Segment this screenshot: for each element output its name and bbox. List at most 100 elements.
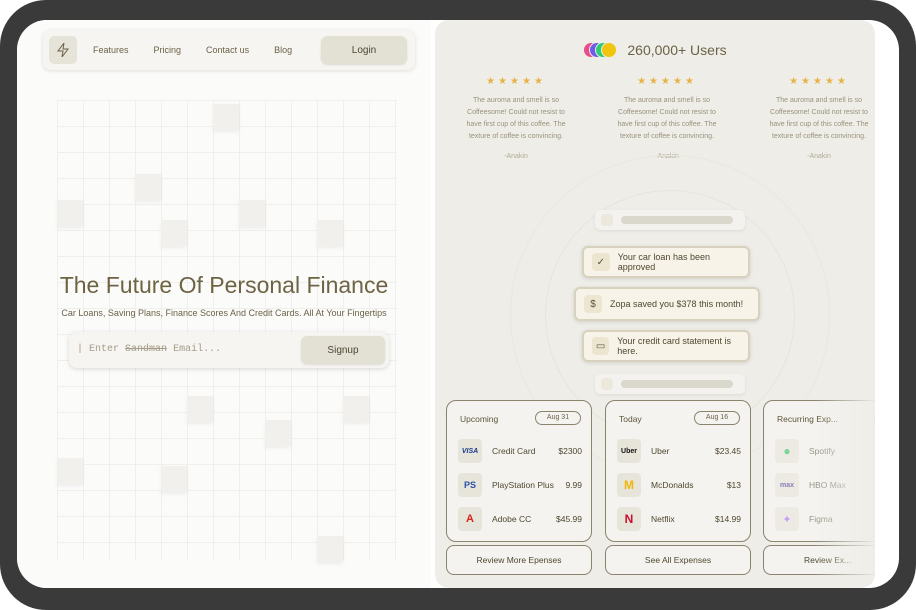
notification-placeholder <box>595 210 745 230</box>
date-badge <box>874 411 875 425</box>
expense-name: PlayStation Plus <box>492 480 554 490</box>
nav-link-pricing[interactable]: Pricing <box>154 45 182 55</box>
card-title: Upcoming <box>460 414 499 424</box>
expense-name: HBO Max <box>809 480 846 490</box>
netflix-icon: N <box>617 507 641 531</box>
mcdonalds-icon: M <box>617 473 641 497</box>
grid-tile <box>343 396 369 422</box>
uber-icon: Uber <box>617 439 641 463</box>
expense-row[interactable]: Uber Uber $23.45 <box>617 439 741 463</box>
review-recurring-button[interactable]: Review Ex... <box>763 545 875 575</box>
card-icon: ▭ <box>592 337 610 355</box>
expense-row[interactable]: ● Spotify <box>775 439 875 463</box>
expense-row[interactable]: PS PlayStation Plus 9.99 <box>458 473 582 497</box>
email-placeholder-suffix: Email... <box>173 344 222 355</box>
users-count: 260,000+ Users <box>627 42 727 58</box>
spotify-icon: ● <box>775 439 799 463</box>
expense-amount: $45.99 <box>556 514 582 524</box>
expense-name: Credit Card <box>492 446 536 456</box>
expense-row[interactable]: VISA Credit Card $2300 <box>458 439 582 463</box>
notification-text: Zopa saved you $378 this month! <box>610 299 744 309</box>
grid-tile <box>161 220 187 246</box>
avatar-stack <box>583 42 618 58</box>
expense-name: Netflix <box>651 514 675 524</box>
expense-amount: 9.99 <box>565 480 582 490</box>
review-text: The auroma and smell is so Coffeesome! C… <box>617 97 717 140</box>
expense-row[interactable]: N Netflix $14.99 <box>617 507 741 531</box>
grid-tile <box>161 466 187 492</box>
expense-name: Adobe CC <box>492 514 532 524</box>
hbo-max-icon: max <box>775 473 799 497</box>
nav-link-blog[interactable]: Blog <box>274 45 292 55</box>
notification-text: Your car loan has been approved <box>617 252 710 272</box>
expense-row[interactable]: ✦ Figma <box>775 507 875 531</box>
notification-savings[interactable]: $ Zopa saved you $378 this month! <box>574 287 760 321</box>
top-nav: Features Pricing Contact us Blog Login <box>43 30 415 70</box>
review-card: ★★★★★ The auroma and smell is so Coffees… <box>461 76 571 160</box>
star-rating: ★★★★★ <box>637 76 697 87</box>
screen: Features Pricing Contact us Blog Login T… <box>17 20 899 588</box>
expense-name: Uber <box>651 446 670 456</box>
email-input[interactable]: | Enter Sandman Email... <box>77 340 297 360</box>
expense-card-upcoming: Upcoming Aug 31 VISA Credit Card $2300 P… <box>446 400 592 542</box>
notification-loan[interactable]: ✓ Your car loan has been approved <box>582 246 750 278</box>
email-placeholder-struck: Sandman <box>125 344 168 355</box>
expense-name: Spotify <box>809 446 835 456</box>
review-author: -Anakin <box>504 153 528 160</box>
visa-icon: VISA <box>458 439 482 463</box>
showcase-panel: 260,000+ Users ★★★★★ The auroma and smel… <box>435 20 875 588</box>
star-rating: ★★★★★ <box>789 76 849 87</box>
grid-tile <box>317 536 343 562</box>
notification-placeholder <box>595 374 745 394</box>
review-text: The auroma and smell is so Coffeesome! C… <box>466 97 566 140</box>
playstation-icon: PS <box>458 473 482 497</box>
nav-link-features[interactable]: Features <box>93 45 129 55</box>
review-expenses-button[interactable]: Review More Epenses <box>446 545 592 575</box>
grid-tile <box>187 396 213 422</box>
user-count: 260,000+ Users <box>435 42 875 58</box>
notification-text: Your credit card statement is here. <box>617 336 731 356</box>
expense-name: Figma <box>809 514 833 524</box>
expense-amount: $14.99 <box>715 514 741 524</box>
see-all-expenses-button[interactable]: See All Expenses <box>605 545 751 575</box>
grid-tile <box>213 104 239 130</box>
expense-card-recurring: Recurring Exp... ● Spotify max HBO Max ✦… <box>763 400 875 542</box>
expense-amount: $13 <box>726 480 741 490</box>
notification-statement[interactable]: ▭ Your credit card statement is here. <box>582 330 750 362</box>
hero-subtitle: Car Loans, Saving Plans, Finance Scores … <box>61 308 387 318</box>
check-icon: ✓ <box>592 253 610 271</box>
grid-tile <box>265 420 291 446</box>
signup-button[interactable]: Signup <box>301 336 385 364</box>
email-placeholder-prefix: | Enter <box>77 344 120 355</box>
expense-amount: $23.45 <box>715 446 741 456</box>
review-card: ★★★★★ The auroma and smell is so Coffees… <box>612 76 722 160</box>
signup-form: | Enter Sandman Email... Signup <box>69 332 389 368</box>
landing-panel: Features Pricing Contact us Blog Login T… <box>17 20 431 588</box>
dollar-icon: $ <box>584 295 602 313</box>
expense-row[interactable]: A Adobe CC $45.99 <box>458 507 582 531</box>
expense-row[interactable]: max HBO Max <box>775 473 875 497</box>
avatar <box>601 42 618 58</box>
hero-title: The Future Of Personal Finance <box>59 272 389 298</box>
expense-name: McDonalds <box>651 480 694 490</box>
logo[interactable] <box>49 36 77 64</box>
review-text: The auroma and smell is so Coffeesome! C… <box>769 97 869 140</box>
star-rating: ★★★★★ <box>486 76 546 87</box>
grid-tile <box>57 458 83 484</box>
login-button[interactable]: Login <box>321 36 407 64</box>
adobe-icon: A <box>458 507 482 531</box>
expense-card-today: Today Aug 16 Uber Uber $23.45 M McDonald… <box>605 400 751 542</box>
review-card: ★★★★★ The auroma and smell is so Coffees… <box>764 76 874 160</box>
nav-link-contact[interactable]: Contact us <box>206 45 249 55</box>
expense-row[interactable]: M McDonalds $13 <box>617 473 741 497</box>
date-badge: Aug 16 <box>694 411 740 425</box>
expense-amount: $2300 <box>558 446 582 456</box>
figma-icon: ✦ <box>775 507 799 531</box>
grid-tile <box>239 200 265 226</box>
date-badge: Aug 31 <box>535 411 581 425</box>
background-grid <box>57 100 397 560</box>
grid-tile <box>317 220 343 246</box>
review-author: -Anakin <box>807 153 831 160</box>
lightning-icon <box>57 43 69 57</box>
grid-tile <box>57 200 83 226</box>
